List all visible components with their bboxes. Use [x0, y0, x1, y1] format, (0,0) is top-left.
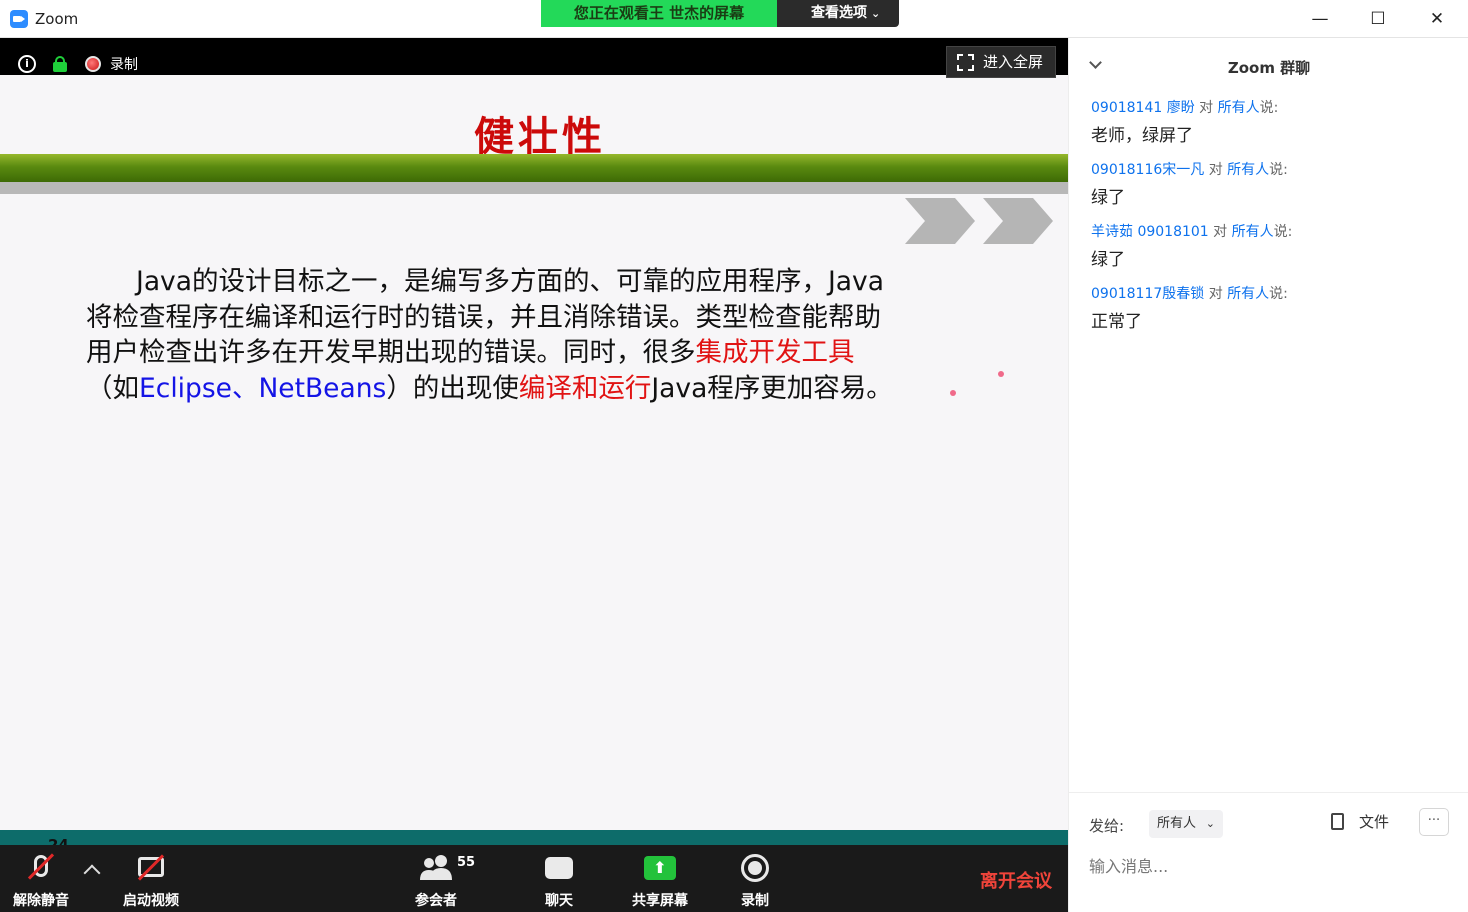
recording-label: 录制 [110, 57, 138, 73]
share-screen-button[interactable]: ⬆ 共享屏幕 [622, 845, 698, 912]
chat-message-header: 09018141 廖盼 对 所有人说: [1091, 100, 1279, 116]
record-button[interactable]: 录制 [722, 845, 788, 912]
chat-message-header: 羊诗茹 09018101 对 所有人说: [1091, 224, 1293, 240]
send-to-label: 发给: [1089, 817, 1125, 835]
start-video-label: 启动视频 [123, 893, 179, 909]
chevron-decoration-icon [905, 198, 1053, 244]
maximize-button[interactable]: ☐ [1363, 5, 1393, 33]
slide-line-1: Java的设计目标之一，是编写多方面的、可靠的应用程序，Java [136, 266, 884, 297]
eclipse-text: Eclipse [139, 372, 232, 404]
chat-panel: Zoom 群聊 09018141 廖盼 对 所有人说: 老师，绿屏了 09018… [1068, 38, 1468, 912]
chat-sender[interactable]: 09018117殷春锁 [1091, 286, 1204, 302]
slide-page-number: 24 [48, 836, 69, 845]
chat-recipient[interactable]: 所有人 [1232, 224, 1274, 240]
leave-meeting-button[interactable]: 离开会议 [980, 867, 1052, 893]
slide-footer-band [0, 830, 1068, 845]
chat-recipient[interactable]: 所有人 [1227, 162, 1269, 178]
slide-grey-band [0, 182, 1068, 194]
slide-line-2: 将检查程序在编译和运行时的错误，并且消除错误。类型检查能帮助 [86, 301, 881, 333]
chevron-down-icon: ⌄ [871, 7, 881, 20]
meeting-toolbar: 解除静音 启动视频 参会者 55 聊天 ⬆ 共享屏幕 录制 离开会议 [0, 845, 1068, 912]
enter-fullscreen-button[interactable]: 进入全屏 [946, 46, 1056, 78]
zoom-logo-icon [10, 10, 28, 28]
unmute-button[interactable]: 解除静音 [0, 845, 82, 912]
slide-line-4: （如Eclipse、NetBeans）的出现使编译和运行Java程序更加容易。 [86, 372, 893, 404]
slide-line-3: 用户检查出许多在开发早期出现的错误。同时，很多集成开发工具 [86, 337, 855, 368]
chat-recipient[interactable]: 所有人 [1227, 286, 1269, 302]
minimize-button[interactable]: — [1305, 5, 1335, 33]
unmute-label: 解除静音 [13, 893, 69, 909]
more-options-button[interactable]: ··· [1419, 808, 1449, 836]
audio-options-chevron-icon[interactable] [83, 864, 101, 882]
fullscreen-label: 进入全屏 [983, 53, 1044, 71]
chat-message-header: 09018116宋一凡 对 所有人说: [1091, 162, 1288, 178]
file-label: 文件 [1359, 813, 1390, 831]
chat-message-text: 正常了 [1091, 312, 1142, 332]
slide-green-band [0, 154, 1068, 182]
send-to-select[interactable]: 所有人 ⌄ [1149, 810, 1223, 838]
meeting-info-bar: i 录制 [0, 38, 1068, 75]
close-button[interactable]: ✕ [1422, 5, 1452, 33]
chat-message: 羊诗茹 09018101 对 所有人说: 绿了 [1091, 221, 1461, 270]
recording-indicator-icon [85, 56, 101, 72]
info-icon[interactable]: i [18, 55, 36, 73]
highlight-ide: 集成开发工具 [695, 337, 855, 368]
participants-count: 55 [457, 855, 476, 870]
muted-microphone-icon [27, 853, 55, 880]
share-screen-label: 共享屏幕 [632, 893, 688, 909]
view-options-button[interactable]: 查看选项 ⌄ [777, 0, 899, 27]
screen-share-banner: 您正在观看王 世杰的屏幕 [541, 0, 777, 27]
chat-sender[interactable]: 09018116宋一凡 [1091, 162, 1204, 178]
chat-message-input[interactable] [1089, 853, 1449, 879]
video-off-icon [137, 854, 165, 881]
chat-message-text: 绿了 [1091, 250, 1125, 270]
annotation-dot [950, 390, 956, 396]
chat-message: 09018116宋一凡 对 所有人说: 绿了 [1091, 159, 1461, 208]
chat-message-text: 老师，绿屏了 [1091, 126, 1193, 146]
chat-title: Zoom 群聊 [1227, 59, 1311, 77]
chat-bubble-icon [545, 857, 573, 879]
shared-screen: i 录制 进入全屏 健壮性 Java的设计目标之一，是编写多方面的、可靠的应用程… [0, 38, 1068, 845]
chat-recipient[interactable]: 所有人 [1218, 100, 1260, 116]
file-icon [1331, 813, 1344, 830]
record-label: 录制 [741, 893, 769, 909]
highlight-compile-run: 编译和运行 [518, 372, 652, 404]
view-options-label: 查看选项 [811, 5, 867, 21]
fullscreen-icon [957, 54, 974, 71]
title-bar: Zoom 您正在观看王 世杰的屏幕 查看选项 ⌄ — ☐ ✕ [0, 0, 1468, 38]
window-title: Zoom [35, 10, 79, 28]
chat-sender[interactable]: 09018141 廖盼 [1091, 100, 1195, 116]
chat-message: 09018117殷春锁 对 所有人说: 正常了 [1091, 283, 1461, 332]
chat-compose-area: 发给: 所有人 ⌄ 文件 ··· [1069, 792, 1468, 912]
send-to-value: 所有人 [1157, 816, 1197, 831]
chat-label: 聊天 [545, 893, 573, 909]
record-icon [741, 854, 769, 882]
participants-label: 参会者 [415, 893, 457, 909]
chat-message-header: 09018117殷春锁 对 所有人说: [1091, 286, 1288, 302]
chat-sender[interactable]: 羊诗茹 09018101 [1091, 224, 1209, 240]
netbeans-text: NetBeans [258, 372, 387, 404]
slide-body-text: Java的设计目标之一，是编写多方面的、可靠的应用程序，Java 将检查程序在编… [86, 264, 986, 406]
chat-message-text: 绿了 [1091, 188, 1125, 208]
chat-message: 09018141 廖盼 对 所有人说: 老师，绿屏了 [1091, 97, 1461, 146]
start-video-button[interactable]: 启动视频 [112, 845, 190, 912]
participants-icon [420, 855, 452, 880]
lock-icon[interactable] [53, 56, 67, 72]
annotation-dot [998, 371, 1004, 377]
share-arrow-icon: ⬆ [644, 856, 676, 880]
chat-button[interactable]: 聊天 [524, 845, 594, 912]
chevron-down-icon: ⌄ [1205, 817, 1215, 830]
